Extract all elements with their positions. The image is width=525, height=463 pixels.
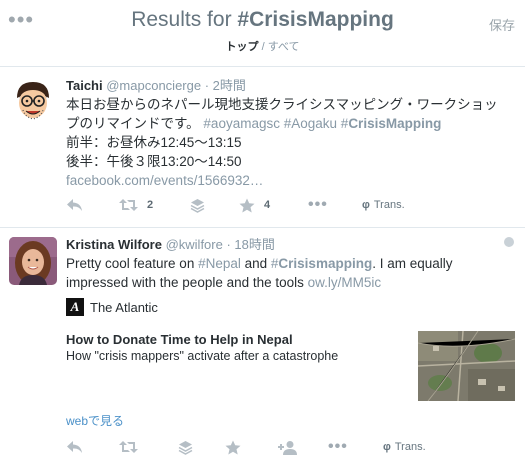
tweet-line: 後半：午後３限13:20〜14:50 (66, 154, 242, 169)
tweet-content: Taichi @mapconcierge · 2時間 本日お昼からのネパール現地… (66, 77, 521, 190)
translate-button[interactable]: φ Trans. (362, 195, 405, 215)
hashtag-symbol: # (198, 256, 206, 271)
more-options-icon[interactable]: ••• (328, 437, 348, 457)
search-header: ••• Results for #CrisisMapping 保存 トップ / … (0, 0, 525, 67)
reply-button[interactable] (66, 195, 83, 215)
avatar[interactable] (9, 237, 57, 285)
card-title[interactable]: How to Donate Time to Help in Nepal (66, 332, 293, 347)
hashtag-word: CrisisMapping (348, 116, 442, 131)
tweet-line: 前半：お昼休み12:45〜13:15 (66, 135, 242, 150)
hashtag-link[interactable]: #Crisismapping (271, 256, 372, 271)
hashtag-word: Crisismapping (278, 256, 373, 271)
layers-icon (178, 440, 193, 455)
tab-top[interactable]: トップ (226, 41, 259, 53)
hashtag-word: Nepal (205, 256, 241, 271)
retweet-icon (119, 441, 138, 453)
tweet-text-segment: . I am equally (372, 256, 453, 271)
retweet-button[interactable]: 2 (119, 195, 153, 215)
star-icon (225, 440, 241, 454)
hashtag-link[interactable]: #Aogaku (284, 116, 337, 131)
title-prefix: Results for (131, 8, 238, 31)
save-button[interactable]: 保存 (489, 15, 515, 34)
tweet-line: 本日お昼からのネパール現地支援クライシスマッピング・ワークショッ (66, 97, 498, 112)
author-name[interactable]: Kristina Wilfore (66, 237, 162, 252)
card-thumbnail[interactable] (418, 331, 515, 401)
author-handle[interactable]: @mapconcierge (106, 78, 201, 93)
tweet-actions: ••• φ Trans. (66, 437, 486, 457)
retweet-button[interactable] (119, 437, 138, 457)
card-description: How "crisis mappers" activate after a ca… (66, 349, 339, 363)
tweet-line: Pretty cool feature on #Nepal and #Crisi… (66, 254, 521, 273)
view-on-web-link[interactable]: webで見る (66, 412, 124, 429)
tweet-meta: Kristina Wilfore @kwilfore · 18時間 (66, 236, 521, 254)
summary-button[interactable] (190, 195, 205, 215)
translate-button[interactable]: φ Trans. (383, 437, 426, 457)
favorite-count: 4 (264, 199, 271, 211)
avatar[interactable] (9, 76, 57, 124)
tweet-link[interactable]: ow.ly/MM5ic (308, 275, 382, 290)
tweet-line: プのリマインドです。 #aoyamagsc #Aogaku #CrisisMap… (66, 114, 521, 133)
star-icon (239, 198, 255, 212)
title-query: #CrisisMapping (237, 8, 394, 31)
tweet-text: Pretty cool feature on #Nepal and #Crisi… (66, 254, 521, 292)
author-name[interactable]: Taichi (66, 78, 103, 93)
translate-icon: φ (362, 199, 370, 211)
favorite-button[interactable] (225, 437, 241, 457)
translate-label: Trans. (394, 441, 426, 453)
tweet-text-segment: プのリマインドです。 (66, 116, 200, 131)
tweet-time[interactable]: 2時間 (213, 78, 246, 93)
translate-label: Trans. (373, 199, 405, 211)
retweet-icon (119, 199, 138, 211)
time-separator: · (201, 78, 213, 93)
tab-separator: / (258, 41, 268, 53)
page-title: Results for #CrisisMapping (0, 8, 525, 32)
tab-all[interactable]: すべて (268, 41, 300, 53)
hashtag-link[interactable]: #aoyamagsc (203, 116, 280, 131)
tweet-time[interactable]: 18時間 (234, 237, 274, 252)
tweet-meta: Taichi @mapconcierge · 2時間 (66, 77, 521, 95)
card-source-name: The Atlantic (90, 299, 158, 315)
reply-icon (67, 441, 82, 453)
reply-icon (67, 199, 82, 211)
result-tabs: トップ / すべて (0, 38, 525, 54)
hashtag-link[interactable]: #Nepal (198, 256, 241, 271)
retweet-count: 2 (147, 199, 154, 211)
tweet-text-segment: impressed with the people and the tools (66, 275, 308, 290)
tweet[interactable]: Taichi @mapconcierge · 2時間 本日お昼からのネパール現地… (0, 67, 525, 228)
translate-icon: φ (383, 441, 391, 453)
tweet-actions: 2 4 ••• φ Trans. (66, 195, 486, 215)
add-user-icon (278, 440, 297, 455)
more-options-icon[interactable]: ••• (308, 195, 328, 215)
tweet[interactable]: Kristina Wilfore @kwilfore · 18時間 Pretty… (0, 228, 525, 463)
tweet-line: impressed with the people and the tools … (66, 273, 521, 292)
atlantic-logo: A (66, 298, 84, 316)
tweet-text-segment: Pretty cool feature on (66, 256, 199, 271)
tweet-link[interactable]: facebook.com/events/1566932… (66, 171, 521, 190)
layers-icon (190, 198, 205, 213)
follow-button[interactable] (278, 437, 298, 457)
summary-button[interactable] (178, 437, 193, 457)
reply-button[interactable] (66, 437, 83, 457)
hashtag-link[interactable]: #CrisisMapping (341, 116, 442, 131)
card-source[interactable]: A The Atlantic (66, 298, 158, 316)
tweet-text-segment: and (240, 256, 271, 271)
time-separator: · (222, 237, 235, 252)
favorite-button[interactable]: 4 (239, 195, 270, 215)
tweet-content: Kristina Wilfore @kwilfore · 18時間 Pretty… (66, 236, 521, 292)
author-handle[interactable]: @kwilfore (166, 237, 223, 252)
tweet-text: 本日お昼からのネパール現地支援クライシスマッピング・ワークショッ プのリマインド… (66, 95, 521, 190)
